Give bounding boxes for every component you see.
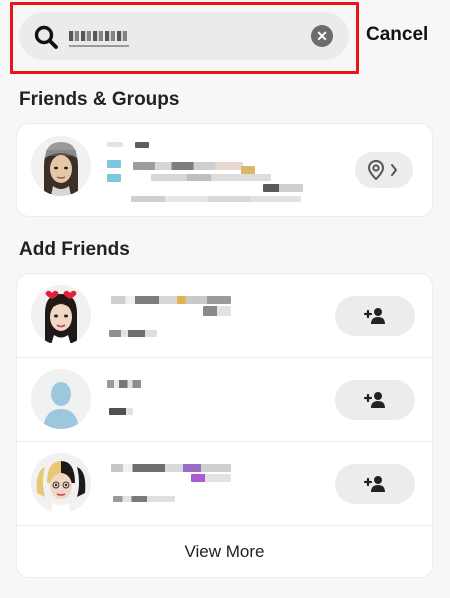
add-friend-row[interactable]: [17, 274, 432, 357]
bitmoji-avatar-icon: [31, 285, 91, 345]
blurred-text: [151, 174, 271, 181]
avatar: [31, 136, 91, 196]
add-friend-button[interactable]: [335, 296, 415, 336]
blurred-text: [111, 296, 231, 304]
add-friends-heading: Add Friends: [19, 239, 130, 260]
avatar: [31, 453, 91, 513]
blurred-text: [263, 184, 303, 192]
blurred-text: [107, 160, 121, 168]
friends-groups-card: [17, 124, 432, 216]
add-friend-icon: [363, 392, 385, 408]
view-more-button[interactable]: View More: [17, 542, 432, 562]
blurred-text: [107, 174, 121, 182]
location-button[interactable]: [355, 152, 413, 188]
friend-row[interactable]: [17, 124, 432, 216]
row-divider: [17, 525, 432, 526]
add-friend-button[interactable]: [335, 380, 415, 420]
friends-groups-heading: Friends & Groups: [19, 89, 180, 110]
cancel-button[interactable]: Cancel: [366, 24, 428, 46]
location-pin-icon: [367, 159, 397, 181]
avatar: [31, 369, 91, 429]
blurred-text: [109, 330, 157, 337]
search-icon: [34, 25, 58, 49]
blurred-text: [133, 162, 243, 170]
search-field[interactable]: pacsi ✕: [19, 12, 349, 60]
add-friend-row[interactable]: [17, 442, 432, 525]
bitmoji-avatar-icon: [31, 453, 91, 513]
add-friend-row[interactable]: [17, 358, 432, 441]
blurred-text: [107, 142, 123, 147]
blurred-text: [135, 142, 149, 148]
default-avatar-icon: [31, 369, 91, 429]
blurred-text: [113, 496, 175, 502]
blurred-text: [111, 464, 231, 472]
add-friend-icon: [363, 308, 385, 324]
blurred-text: [109, 408, 133, 415]
avatar: [31, 285, 91, 345]
add-friend-icon: [363, 476, 385, 492]
search-input[interactable]: pacsi: [69, 25, 129, 47]
add-friend-button[interactable]: [335, 464, 415, 504]
bitmoji-avatar-icon: [31, 136, 91, 196]
blurred-text: [191, 474, 231, 482]
blurred-text: [131, 196, 301, 202]
add-friends-card: View More: [17, 274, 432, 577]
clear-search-icon[interactable]: ✕: [311, 25, 333, 47]
search-row: pacsi ✕ Cancel: [0, 0, 450, 76]
blurred-text: [203, 306, 231, 316]
blurred-text: [107, 380, 141, 388]
